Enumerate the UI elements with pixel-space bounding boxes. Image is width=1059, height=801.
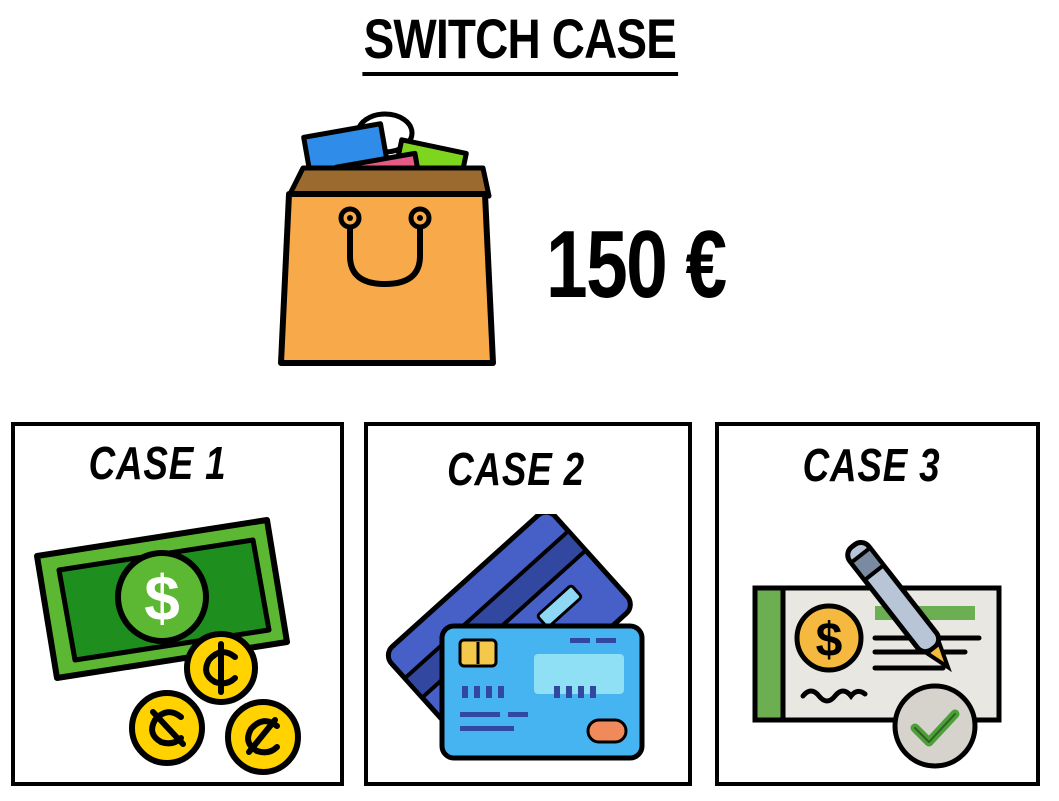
case-2-box: CASE 2	[364, 422, 692, 786]
svg-text:$: $	[816, 614, 843, 667]
page-title-text: SWITCH CASE	[361, 6, 678, 76]
page-title: SWITCH CASE	[93, 6, 946, 76]
credit-cards-icon	[385, 514, 645, 761]
case-1-label: CASE 1	[88, 437, 227, 489]
price-label: 150 €	[546, 211, 727, 318]
case-3-box: CASE 3 $	[715, 422, 1040, 786]
cash-icon: $	[34, 517, 301, 775]
case-3-label: CASE 3	[802, 439, 941, 491]
case-1-box: CASE 1 $	[11, 422, 344, 786]
svg-text:$: $	[144, 562, 180, 634]
shopping-bag-icon	[278, 111, 496, 366]
case-2-label: CASE 2	[447, 443, 585, 495]
check-icon: $	[752, 539, 1002, 769]
